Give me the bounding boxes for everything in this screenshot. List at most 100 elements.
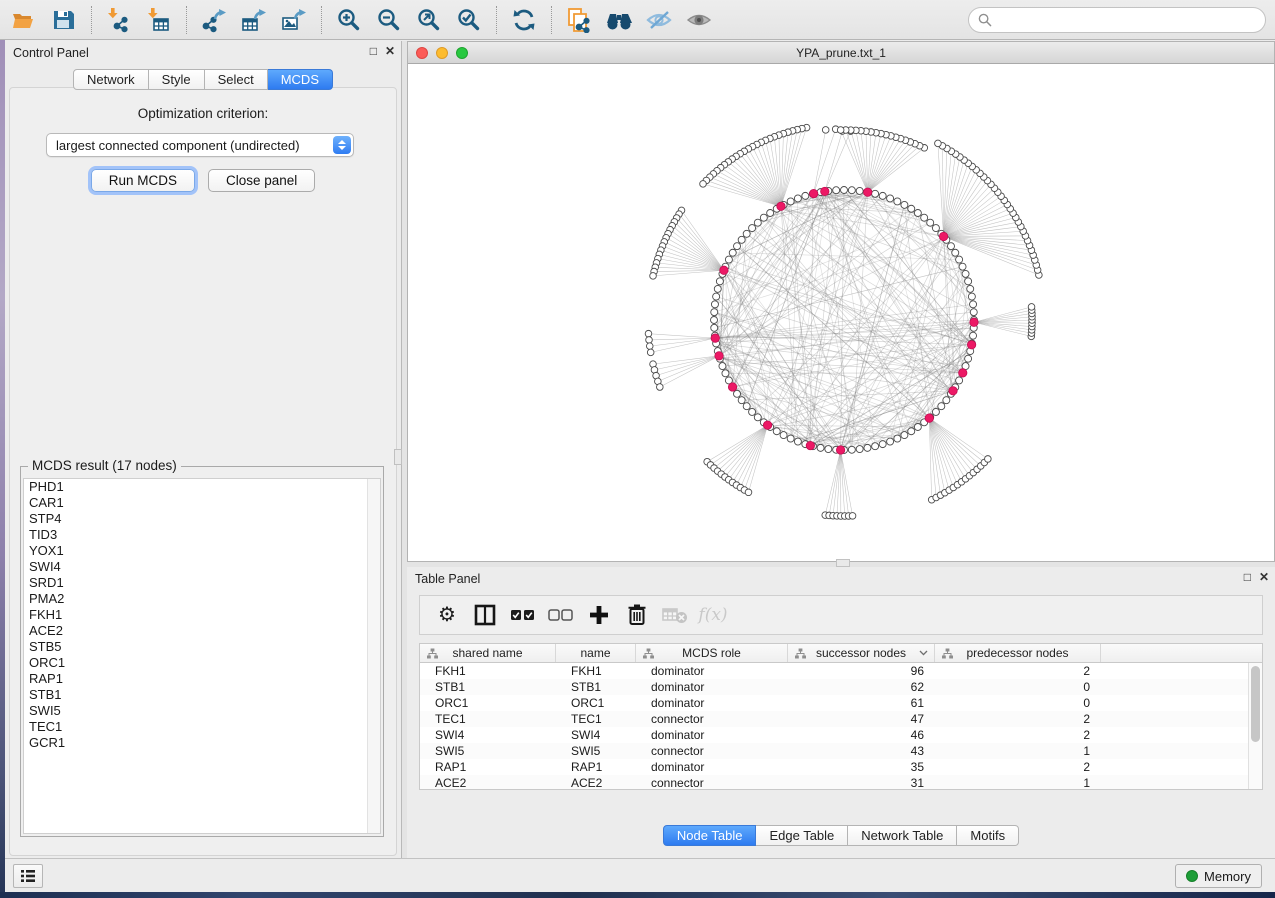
network-node[interactable] [848, 446, 855, 453]
network-node[interactable] [938, 403, 945, 410]
cell-MCDS-role[interactable]: dominator [636, 679, 788, 695]
network-node[interactable] [965, 278, 972, 285]
table-row-FKH1[interactable]: FKH1FKH1dominator962 [420, 663, 1248, 679]
mcds-result-item[interactable]: PMA2 [24, 591, 380, 607]
mcds-result-list[interactable]: PHD1CAR1STP4TID3YOX1SWI4SRD1PMA2FKH1ACE2… [23, 478, 381, 834]
show-panels-menu-button[interactable] [13, 864, 43, 888]
network-hub-node[interactable] [711, 334, 719, 342]
cell-predecessor-nodes[interactable]: 0 [935, 695, 1101, 711]
mcds-result-item[interactable]: SWI4 [24, 559, 380, 575]
search-input[interactable] [997, 10, 1265, 30]
mcds-result-item[interactable]: ORC1 [24, 655, 380, 671]
column-header-name[interactable]: name [556, 644, 636, 662]
mcds-result-item[interactable]: STB5 [24, 639, 380, 655]
mcds-result-item[interactable]: SRD1 [24, 575, 380, 591]
network-hub-node[interactable] [728, 383, 736, 391]
tab-edge-table[interactable]: Edge Table [756, 825, 848, 846]
mcds-result-item[interactable]: YOX1 [24, 543, 380, 559]
network-leaf-node[interactable] [646, 337, 653, 344]
cell-name[interactable]: TEC1 [556, 711, 636, 727]
mcds-result-item[interactable]: SWI5 [24, 703, 380, 719]
network-node[interactable] [825, 446, 832, 453]
table-row-ACE2[interactable]: ACE2ACE2connector311 [420, 775, 1248, 789]
network-node[interactable] [962, 270, 969, 277]
network-node[interactable] [734, 390, 741, 397]
cell-MCDS-role[interactable]: dominator [636, 727, 788, 743]
network-hub-node[interactable] [959, 369, 967, 377]
network-node[interactable] [856, 446, 863, 453]
network-window-titlebar[interactable]: YPA_prune.txt_1 [408, 42, 1274, 64]
table-row-SWI5[interactable]: SWI5SWI5connector431 [420, 743, 1248, 759]
network-node[interactable] [968, 293, 975, 300]
network-node[interactable] [738, 236, 745, 243]
network-node[interactable] [749, 408, 756, 415]
network-leaf-node[interactable] [647, 349, 654, 356]
network-node[interactable] [872, 443, 879, 450]
close-panel-button[interactable]: Close panel [208, 169, 315, 192]
cell-shared-name[interactable]: ACE2 [420, 775, 556, 789]
network-node[interactable] [743, 230, 750, 237]
network-node[interactable] [722, 370, 729, 377]
network-leaf-node[interactable] [837, 127, 844, 134]
network-node[interactable] [864, 444, 871, 451]
network-node[interactable] [833, 187, 840, 194]
cell-predecessor-nodes[interactable]: 2 [935, 711, 1101, 727]
column-header-shared-name[interactable]: shared name [420, 644, 556, 662]
node-table-scrollbar-thumb[interactable] [1251, 666, 1260, 742]
network-leaf-node[interactable] [822, 127, 829, 134]
cell-name[interactable]: STB1 [556, 679, 636, 695]
network-node[interactable] [894, 435, 901, 442]
cell-name[interactable]: FKH1 [556, 663, 636, 679]
table-settings-gear-button[interactable]: ⚙ [432, 600, 462, 630]
table-row-TEC1[interactable]: TEC1TEC1connector472 [420, 711, 1248, 727]
float-panel-icon[interactable]: □ [370, 44, 377, 58]
mcds-result-item[interactable]: GCR1 [24, 735, 380, 751]
export-image-button[interactable] [274, 3, 314, 37]
network-hub-node[interactable] [821, 187, 829, 195]
network-node[interactable] [754, 414, 761, 421]
network-node[interactable] [743, 403, 750, 410]
network-node[interactable] [932, 225, 939, 232]
cell-successor-nodes[interactable]: 47 [788, 711, 935, 727]
apply-preferred-layout-button[interactable] [504, 3, 544, 37]
delete-column-button[interactable] [622, 600, 652, 630]
network-leaf-node[interactable] [700, 181, 707, 188]
network-node[interactable] [856, 187, 863, 194]
network-node[interactable] [959, 263, 966, 270]
cell-predecessor-nodes[interactable]: 1 [935, 743, 1101, 759]
node-table-scrollbar[interactable] [1248, 663, 1262, 789]
network-leaf-node[interactable] [935, 140, 942, 147]
network-node[interactable] [787, 198, 794, 205]
network-node[interactable] [711, 301, 718, 308]
network-leaf-node[interactable] [657, 384, 664, 391]
mcds-result-item[interactable]: CAR1 [24, 495, 380, 511]
search-box[interactable] [968, 7, 1266, 33]
network-hub-node[interactable] [809, 189, 817, 197]
network-node[interactable] [734, 243, 741, 250]
network-hub-node[interactable] [715, 352, 723, 360]
network-node[interactable] [932, 408, 939, 415]
network-node[interactable] [719, 363, 726, 370]
cell-successor-nodes[interactable]: 96 [788, 663, 935, 679]
network-node[interactable] [802, 192, 809, 199]
tab-node-table[interactable]: Node Table [663, 825, 757, 846]
mcds-result-item[interactable]: PHD1 [24, 479, 380, 495]
network-node[interactable] [711, 309, 718, 316]
table-row-STB1[interactable]: STB1STB1dominator620 [420, 679, 1248, 695]
network-node[interactable] [967, 285, 974, 292]
cell-predecessor-nodes[interactable]: 0 [935, 679, 1101, 695]
network-hub-node[interactable] [720, 266, 728, 274]
network-node[interactable] [817, 444, 824, 451]
network-leaf-node[interactable] [985, 456, 992, 463]
network-node[interactable] [887, 195, 894, 202]
window-maximize-traffic-light[interactable] [456, 47, 468, 59]
table-row-SWI4[interactable]: SWI4SWI4dominator462 [420, 727, 1248, 743]
network-node[interactable] [713, 293, 720, 300]
cell-predecessor-nodes[interactable]: 1 [935, 775, 1101, 789]
cell-name[interactable]: ACE2 [556, 775, 636, 789]
cell-name[interactable]: SWI5 [556, 743, 636, 759]
import-network-button[interactable] [99, 3, 139, 37]
zoom-out-button[interactable] [369, 3, 409, 37]
create-column-button[interactable] [584, 600, 614, 630]
cell-successor-nodes[interactable]: 35 [788, 759, 935, 775]
